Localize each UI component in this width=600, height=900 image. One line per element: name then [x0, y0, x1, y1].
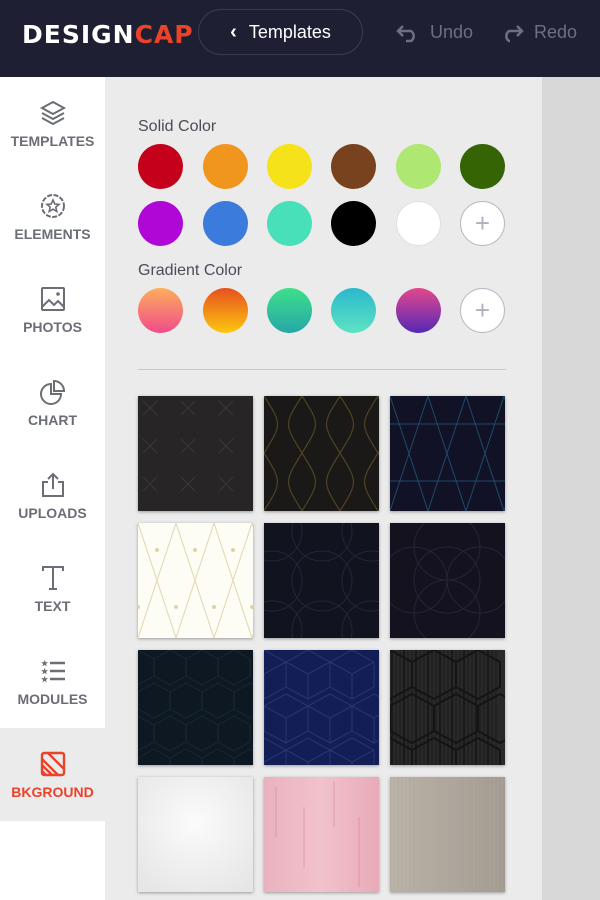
solid-color-swatch[interactable] [267, 201, 312, 246]
pie-chart-icon [39, 379, 65, 405]
background-tile-blue-cube-pattern[interactable] [264, 650, 379, 765]
cream-diamond-pattern-thumbnail [138, 523, 253, 638]
sidebar-item-photos[interactable]: PHOTOS [0, 263, 105, 356]
solid-color-title: Solid Color [138, 118, 217, 135]
sidebar-item-label: ELEMENTS [14, 225, 91, 242]
designcap-logo[interactable]: DESIGNCAP [22, 20, 194, 49]
background-tile-dark-gold-wave-pattern[interactable] [264, 396, 379, 511]
gradient-color-title: Gradient Color [138, 262, 243, 279]
background-tile-white-paper-texture[interactable] [138, 777, 253, 892]
gradient-color-swatch[interactable] [138, 288, 183, 333]
redo-button[interactable]: Redo [500, 22, 577, 43]
top-bar: DESIGNCAP ‹ Templates Undo Redo [0, 0, 600, 77]
gradient-color-swatch[interactable] [203, 288, 248, 333]
beige-linen-texture-thumbnail [390, 777, 505, 892]
background-tile-beige-linen-texture[interactable] [390, 777, 505, 892]
add-solid-color-button[interactable]: + [460, 201, 505, 246]
gradient-color-swatch[interactable] [331, 288, 376, 333]
sidebar-item-uploads[interactable]: UPLOADS [0, 449, 105, 542]
undo-label: Undo [430, 22, 474, 42]
background-panel: Solid Color + Gradient Color + [105, 77, 542, 900]
layers-icon [39, 100, 66, 125]
background-tile-dark-cross-pattern[interactable] [138, 396, 253, 511]
chevron-left-icon: ‹ [230, 20, 237, 43]
solid-color-swatch[interactable] [331, 144, 376, 189]
undo-icon [396, 24, 415, 42]
dark-cross-pattern-thumbnail [138, 396, 253, 511]
navy-circle-pattern-thumbnail [390, 523, 505, 638]
section-divider [138, 369, 506, 370]
gradient-color-swatch[interactable] [267, 288, 312, 333]
solid-color-swatch[interactable] [138, 201, 183, 246]
star-list-icon: ★★★ [41, 659, 65, 684]
background-tile-black-striped-cube-pattern[interactable] [390, 650, 505, 765]
background-tile-dark-hexagon-pattern[interactable] [138, 650, 253, 765]
redo-label: Redo [534, 22, 578, 42]
text-icon [41, 565, 64, 590]
solid-color-swatch[interactable] [138, 144, 183, 189]
solid-color-swatch[interactable] [396, 201, 441, 246]
logo-accent-text: CAP [134, 20, 194, 49]
white-paper-texture-thumbnail [138, 777, 253, 892]
solid-color-swatch[interactable] [203, 201, 248, 246]
background-tile-cream-diamond-pattern[interactable] [138, 523, 253, 638]
badge-star-icon [40, 193, 65, 218]
solid-color-swatch[interactable] [331, 201, 376, 246]
sidebar-item-label: TEXT [34, 597, 71, 614]
background-tile-navy-flower-pattern[interactable] [264, 523, 379, 638]
sidebar-item-elements[interactable]: ELEMENTS [0, 170, 105, 263]
solid-color-swatch[interactable] [267, 144, 312, 189]
black-striped-cube-pattern-thumbnail [390, 650, 505, 765]
add-gradient-color-button[interactable]: + [460, 288, 505, 333]
sidebar-item-label: MODULES [17, 690, 88, 707]
upload-icon [41, 472, 64, 497]
canvas-area [542, 77, 600, 900]
blue-cube-pattern-thumbnail [264, 650, 379, 765]
back-button-label: Templates [248, 21, 331, 42]
sidebar-item-chart[interactable]: CHART [0, 356, 105, 449]
background-tile-navy-triangle-pattern[interactable] [390, 396, 505, 511]
sidebar: TEMPLATES ELEMENTS PHOTOS CHART UPLOADS … [0, 77, 105, 900]
background-tile-navy-circle-pattern[interactable] [390, 523, 505, 638]
pink-paint-texture-thumbnail [264, 777, 379, 892]
sidebar-item-label: TEMPLATES [10, 132, 95, 149]
sidebar-item-label: CHART [28, 411, 77, 428]
undo-button[interactable]: Undo [396, 22, 473, 43]
solid-color-swatch[interactable] [203, 144, 248, 189]
sidebar-item-label: UPLOADS [18, 504, 87, 521]
redo-icon [505, 24, 524, 42]
navy-triangle-pattern-thumbnail [390, 396, 505, 511]
background-icon [40, 751, 65, 776]
sidebar-item-text[interactable]: TEXT [0, 542, 105, 635]
sidebar-item-modules[interactable]: ★ ★ ★ MODULES [0, 635, 105, 728]
solid-color-swatch[interactable] [396, 144, 441, 189]
image-icon [40, 286, 65, 311]
dark-gold-wave-pattern-thumbnail [264, 396, 379, 511]
svg-text:★: ★ [41, 675, 49, 684]
gradient-color-swatch[interactable] [396, 288, 441, 333]
sidebar-item-bkground[interactable]: BKGROUND [0, 728, 105, 821]
dark-hexagon-pattern-thumbnail [138, 650, 253, 765]
background-tile-pink-paint-texture[interactable] [264, 777, 379, 892]
solid-color-swatch[interactable] [460, 144, 505, 189]
logo-text: DESIGN [22, 20, 135, 49]
navy-flower-pattern-thumbnail [264, 523, 379, 638]
sidebar-item-label: BKGROUND [11, 783, 94, 800]
sidebar-item-label: PHOTOS [23, 318, 82, 335]
sidebar-item-templates[interactable]: TEMPLATES [0, 77, 105, 170]
back-to-templates-button[interactable]: ‹ Templates [198, 9, 363, 55]
